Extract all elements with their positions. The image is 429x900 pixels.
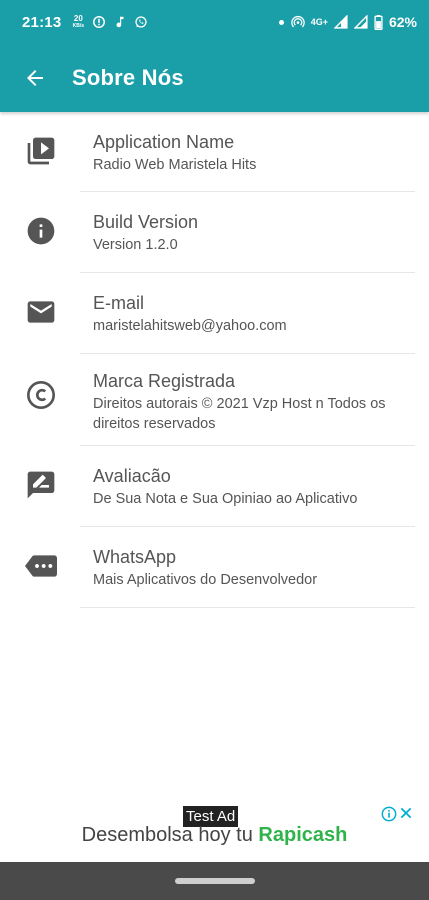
- whatsapp-icon: [134, 15, 148, 29]
- signal-icon: [353, 15, 368, 29]
- copyright-icon: [24, 378, 58, 412]
- app-bar: Sobre Nós: [0, 44, 429, 112]
- network-label: 4G+: [310, 17, 328, 27]
- rate-review-icon: [24, 468, 58, 502]
- speed-value: 20: [73, 14, 83, 23]
- list-item-whatsapp[interactable]: WhatsApp Mais Aplicativos do Desenvolved…: [0, 527, 429, 608]
- speed-unit: KB/s: [72, 23, 85, 29]
- status-left-icons: 20 KB/s: [71, 15, 148, 29]
- ad-text-prefix: Desembolsa hoy tu: [81, 824, 253, 846]
- navigation-bar: [0, 862, 429, 900]
- item-subtitle: Direitos autorais © 2021 Vzp Host n Todo…: [93, 396, 386, 432]
- about-list: Application Name Radio Web Maristela Hit…: [0, 112, 429, 608]
- item-title: WhatsApp: [93, 547, 177, 567]
- ad-brand: Rapicash: [258, 824, 348, 846]
- divider: [80, 607, 415, 608]
- more-label-icon: [24, 549, 58, 583]
- item-title: Avaliacão: [93, 466, 171, 486]
- item-title: Marca Registrada: [93, 371, 236, 391]
- page-title: Sobre Nós: [72, 65, 184, 90]
- info-icon: [24, 214, 58, 248]
- list-item-email[interactable]: E-mail maristelahitsweb@yahoo.com: [0, 273, 429, 354]
- ad-close-icon[interactable]: [399, 806, 413, 820]
- list-item-build-version[interactable]: Build Version Version 1.2.0: [0, 192, 429, 273]
- item-title: Application Name: [93, 132, 235, 152]
- item-title: E-mail: [93, 293, 145, 313]
- signal-icon: [333, 15, 348, 29]
- music-note-icon: [113, 15, 127, 29]
- battery-percent: 62%: [388, 14, 417, 30]
- ad-text: Desembolsa hoy tu Rapicash: [0, 824, 429, 847]
- list-item-trademark[interactable]: Marca Registrada Direitos autorais © 202…: [0, 354, 429, 446]
- item-title: Build Version: [93, 212, 199, 232]
- item-subtitle: Radio Web Maristela Hits: [93, 157, 257, 173]
- hotspot-icon: [290, 15, 305, 29]
- ad-info-icon[interactable]: [381, 806, 397, 822]
- home-gesture-handle[interactable]: [175, 878, 255, 884]
- dot-icon: [279, 15, 285, 29]
- item-subtitle: Version 1.2.0: [93, 237, 178, 253]
- video-library-icon: [24, 134, 58, 168]
- alert-icon: [92, 15, 106, 29]
- ad-banner[interactable]: Test Ad Desembolsa hoy tu Rapicash: [0, 802, 429, 862]
- item-subtitle: maristelahitsweb@yahoo.com: [93, 318, 287, 334]
- speed-indicator-icon: 20 KB/s: [71, 14, 85, 30]
- arrow-back-icon: [27, 70, 43, 86]
- battery-icon: [374, 14, 383, 30]
- list-item-rating[interactable]: Avaliacão De Sua Nota e Sua Opiniao ao A…: [0, 446, 429, 527]
- status-bar: 21:13 20 KB/s 4G+ 62%: [0, 0, 429, 44]
- status-time: 21:13: [22, 13, 62, 31]
- item-subtitle: Mais Aplicativos do Desenvolvedor: [93, 572, 318, 588]
- back-button[interactable]: [20, 63, 50, 93]
- status-right-icons: 4G+ 62%: [279, 14, 417, 30]
- email-icon: [24, 295, 58, 329]
- list-item-application-name[interactable]: Application Name Radio Web Maristela Hit…: [0, 112, 429, 192]
- item-subtitle: De Sua Nota e Sua Opiniao ao Aplicativo: [93, 491, 358, 507]
